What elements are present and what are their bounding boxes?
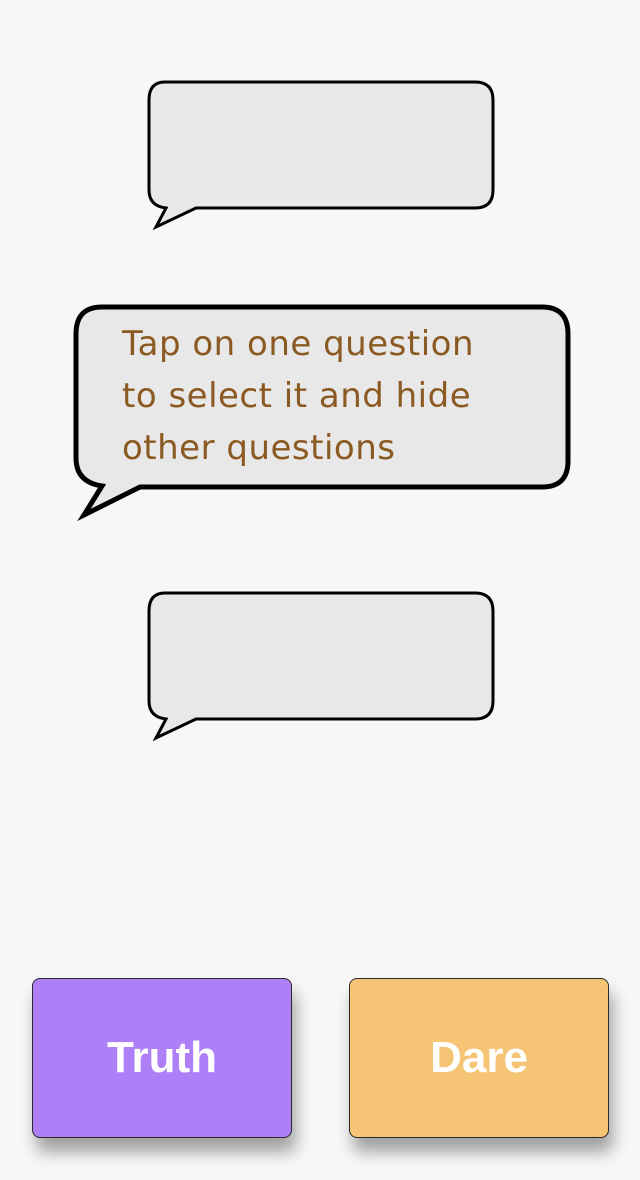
question-bubble-bottom[interactable]	[146, 591, 496, 742]
truth-button[interactable]: Truth	[32, 978, 292, 1138]
dare-button[interactable]: Dare	[349, 978, 609, 1138]
truth-button-label: Truth	[107, 1033, 217, 1082]
hint-text: Tap on one question to select it and hid…	[122, 324, 474, 468]
dare-button-label: Dare	[430, 1033, 528, 1082]
question-bubble-top[interactable]	[146, 80, 496, 231]
